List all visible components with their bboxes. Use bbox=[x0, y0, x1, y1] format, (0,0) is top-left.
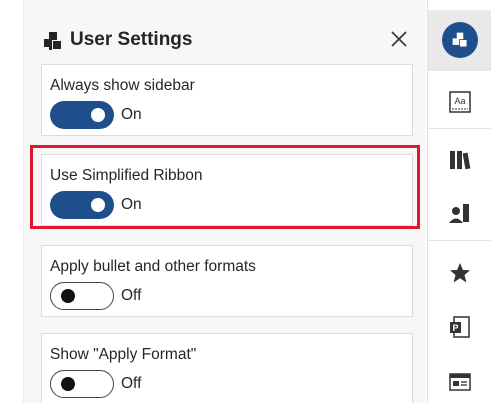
toolbar-divider bbox=[428, 128, 491, 129]
panel-header: User Settings bbox=[24, 24, 427, 62]
side-toolbar: Aa P bbox=[427, 0, 491, 403]
toggle-row: On bbox=[50, 191, 250, 219]
toggle-knob bbox=[91, 198, 105, 212]
setting-card-simplified-ribbon: Use Simplified Ribbon On bbox=[41, 154, 413, 226]
setting-card-always-show-sidebar: Always show sidebar On bbox=[41, 64, 413, 136]
format-panel-icon bbox=[449, 373, 471, 391]
toggle-state-text: On bbox=[121, 196, 142, 213]
toggle-knob bbox=[91, 108, 105, 122]
toolbar-divider bbox=[428, 240, 491, 241]
people-icon bbox=[449, 204, 469, 223]
setting-label: Always show sidebar bbox=[50, 77, 195, 94]
toolbar-people-button[interactable] bbox=[428, 183, 491, 243]
setting-card-apply-bullet: Apply bullet and other formats Off bbox=[41, 245, 413, 317]
apply-bullet-toggle[interactable] bbox=[50, 282, 114, 310]
setting-card-show-apply-format: Show "Apply Format" Off bbox=[41, 333, 413, 403]
setting-label: Use Simplified Ribbon bbox=[50, 167, 203, 184]
svg-text:Aa: Aa bbox=[454, 96, 465, 106]
toolbar-favorites-button[interactable] bbox=[428, 243, 491, 303]
always-show-sidebar-toggle[interactable] bbox=[50, 101, 114, 129]
toggle-row: Off bbox=[50, 370, 250, 398]
svg-text:P: P bbox=[452, 323, 458, 333]
toggle-state-text: Off bbox=[121, 375, 142, 392]
app-frame: User Settings Always show sidebar On Use… bbox=[0, 0, 491, 403]
user-settings-panel: User Settings Always show sidebar On Use… bbox=[23, 0, 426, 403]
text-style-icon: Aa bbox=[449, 91, 471, 113]
toolbar-library-button[interactable] bbox=[428, 130, 491, 190]
simplified-ribbon-toggle[interactable] bbox=[50, 191, 114, 219]
setting-label: Show "Apply Format" bbox=[50, 346, 197, 363]
toolbar-user-settings-button[interactable] bbox=[428, 10, 491, 70]
toolbar-powerpoint-button[interactable]: P bbox=[428, 297, 491, 357]
toolbar-text-style-button[interactable]: Aa bbox=[428, 72, 491, 132]
close-icon[interactable] bbox=[388, 28, 410, 50]
toggle-knob bbox=[61, 377, 75, 391]
setting-label: Apply bullet and other formats bbox=[50, 258, 256, 275]
panel-title: User Settings bbox=[70, 29, 193, 50]
toolbar-divider bbox=[428, 70, 491, 71]
toggle-state-text: On bbox=[121, 106, 142, 123]
user-settings-icon bbox=[442, 22, 478, 58]
toggle-row: Off bbox=[50, 282, 250, 310]
toolbar-format-panel-button[interactable] bbox=[428, 352, 491, 403]
toggle-state-text: Off bbox=[121, 287, 142, 304]
cube-logo-icon bbox=[44, 32, 61, 50]
toggle-row: On bbox=[50, 101, 250, 129]
library-icon bbox=[450, 151, 471, 170]
show-apply-format-toggle[interactable] bbox=[50, 370, 114, 398]
star-icon bbox=[450, 263, 470, 283]
powerpoint-icon: P bbox=[450, 316, 470, 338]
toggle-knob bbox=[61, 289, 75, 303]
